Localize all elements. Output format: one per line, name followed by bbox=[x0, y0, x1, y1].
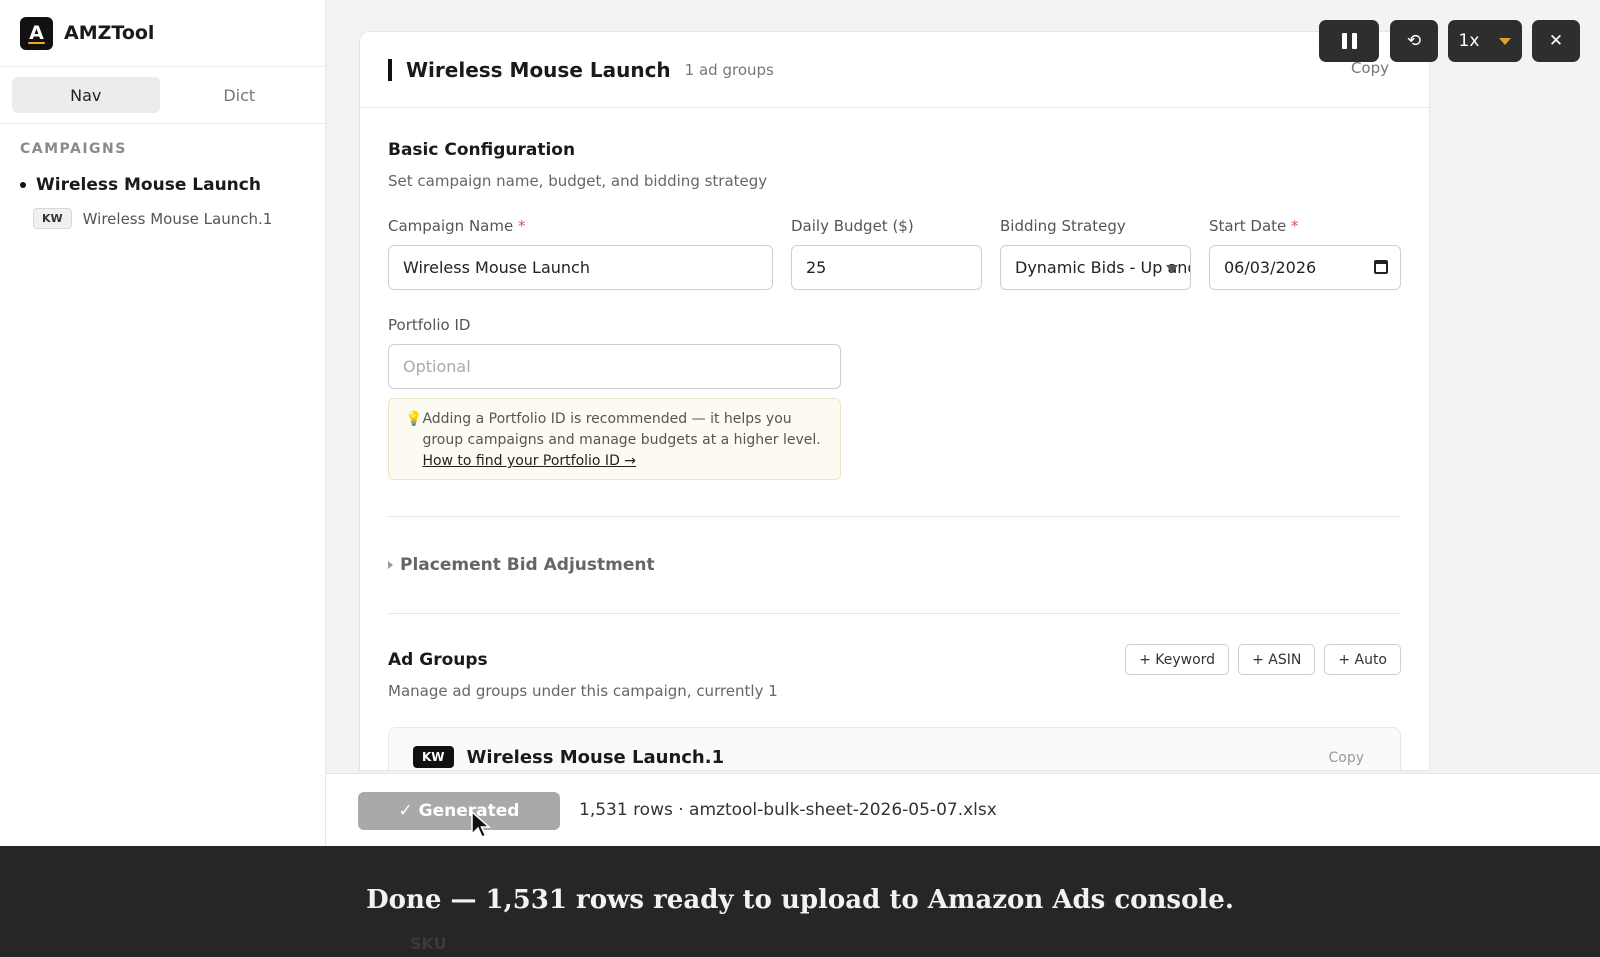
campaign-name-label: Campaign Name * bbox=[388, 217, 526, 235]
mouse-cursor-icon bbox=[471, 810, 491, 838]
daily-budget-input[interactable]: 25 bbox=[791, 245, 982, 290]
kw-badge: KW bbox=[33, 208, 72, 229]
daily-budget-field: Daily Budget ($) 25 bbox=[791, 217, 982, 290]
bidding-strategy-value: Dynamic Bids - Up and Down bbox=[1015, 258, 1190, 277]
caption-text: Done — 1,531 rows ready to upload to Ama… bbox=[366, 884, 1234, 915]
ad-groups-header: Ad Groups + Keyword + ASIN + Auto bbox=[388, 644, 1401, 675]
caption-overlay: SKU Done — 1,531 rows ready to upload to… bbox=[0, 846, 1600, 957]
campaign-card: Wireless Mouse Launch 1 ad groups Copy B… bbox=[359, 31, 1430, 771]
restart-button[interactable]: ⟲ bbox=[1390, 20, 1438, 62]
kw-badge: KW bbox=[413, 746, 454, 768]
ad-group-add-buttons: + Keyword + ASIN + Auto bbox=[1125, 644, 1401, 675]
bidding-strategy-field: Bidding Strategy Dynamic Bids - Up and D… bbox=[1000, 217, 1191, 290]
lightbulb-icon: 💡 bbox=[405, 411, 423, 427]
speed-value: 1x bbox=[1458, 31, 1480, 51]
chevron-down-icon bbox=[1499, 37, 1512, 45]
start-date-input[interactable]: 06/03/2026 bbox=[1209, 245, 1401, 290]
portfolio-id-input[interactable]: Optional bbox=[388, 344, 841, 389]
page-title: Wireless Mouse Launch bbox=[406, 57, 671, 82]
sidebar: A AMZTool Nav Dict CAMPAIGNS Wireless Mo… bbox=[0, 0, 326, 846]
caption-ghost-text: SKU bbox=[410, 934, 447, 953]
basic-fields: Campaign Name * Wireless Mouse Launch Da… bbox=[388, 217, 1401, 290]
pause-button[interactable] bbox=[1319, 20, 1379, 62]
bullet-icon bbox=[20, 182, 26, 188]
placement-label: Placement Bid Adjustment bbox=[400, 555, 655, 575]
action-bar: ✓ Generated 1,531 rows · amztool-bulk-sh… bbox=[326, 773, 1600, 846]
copy-ad-group-button[interactable]: Copy bbox=[1328, 750, 1364, 766]
ad-groups-count: 1 ad groups bbox=[684, 60, 774, 79]
sidebar-item-label: Wireless Mouse Launch.1 bbox=[82, 209, 273, 228]
start-date-label: Start Date * bbox=[1209, 217, 1299, 235]
accent-bar bbox=[388, 58, 392, 81]
start-date-value: 06/03/2026 bbox=[1224, 258, 1317, 277]
sidebar-item-campaign[interactable]: Wireless Mouse Launch bbox=[20, 175, 325, 195]
start-date-field: Start Date * 06/03/2026 bbox=[1209, 217, 1401, 290]
card-header: Wireless Mouse Launch 1 ad groups Copy bbox=[360, 32, 1429, 108]
chevron-down-icon bbox=[1166, 265, 1178, 273]
generated-button[interactable]: ✓ Generated bbox=[358, 792, 560, 830]
calendar-icon[interactable] bbox=[1374, 260, 1388, 274]
bidding-strategy-label: Bidding Strategy bbox=[1000, 217, 1126, 235]
close-button[interactable]: ✕ bbox=[1532, 20, 1580, 62]
portfolio-label: Portfolio ID bbox=[388, 316, 471, 334]
basic-config-title: Basic Configuration bbox=[388, 140, 576, 160]
tab-dict[interactable]: Dict bbox=[166, 77, 314, 113]
generation-info: 1,531 rows · amztool-bulk-sheet-2026-05-… bbox=[579, 800, 997, 820]
restart-icon: ⟲ bbox=[1406, 31, 1422, 51]
tip-text: Adding a Portfolio ID is recommended — i… bbox=[422, 411, 821, 469]
daily-budget-label: Daily Budget ($) bbox=[791, 217, 914, 235]
portfolio-help-link[interactable]: How to find your Portfolio ID → bbox=[422, 453, 636, 469]
portfolio-field: Portfolio ID Optional bbox=[388, 316, 841, 389]
close-icon: ✕ bbox=[1548, 31, 1564, 51]
sidebar-item-label: Wireless Mouse Launch bbox=[36, 175, 261, 195]
sidebar-item-ad-group[interactable]: KW Wireless Mouse Launch.1 bbox=[33, 208, 325, 229]
add-keyword-button[interactable]: + Keyword bbox=[1125, 644, 1230, 675]
ad-group-name: Wireless Mouse Launch.1 bbox=[466, 746, 725, 768]
brand[interactable]: A AMZTool bbox=[0, 0, 325, 67]
brand-logo: A bbox=[20, 16, 53, 50]
sidebar-tabs: Nav Dict bbox=[0, 67, 325, 124]
ad-groups-subtitle: Manage ad groups under this campaign, cu… bbox=[388, 682, 778, 700]
chevron-right-icon bbox=[388, 561, 393, 569]
campaigns-section-label: CAMPAIGNS bbox=[20, 141, 127, 157]
campaign-name-field: Campaign Name * Wireless Mouse Launch bbox=[388, 217, 773, 290]
portfolio-tip: 💡 Adding a Portfolio ID is recommended —… bbox=[388, 398, 841, 480]
add-auto-button[interactable]: + Auto bbox=[1324, 644, 1401, 675]
ad-groups-title: Ad Groups bbox=[388, 649, 488, 670]
placement-bid-toggle[interactable]: Placement Bid Adjustment bbox=[388, 555, 1401, 575]
brand-name: AMZTool bbox=[64, 22, 155, 44]
bidding-strategy-select[interactable]: Dynamic Bids - Up and Down bbox=[1000, 245, 1191, 290]
tab-nav[interactable]: Nav bbox=[12, 77, 160, 113]
divider bbox=[388, 613, 1401, 614]
divider bbox=[388, 516, 1401, 517]
campaign-name-input[interactable]: Wireless Mouse Launch bbox=[388, 245, 773, 290]
speed-select[interactable]: 1x bbox=[1448, 20, 1522, 62]
basic-config-subtitle: Set campaign name, budget, and bidding s… bbox=[388, 172, 768, 190]
ad-group-card[interactable]: KW Wireless Mouse Launch.1 Copy bbox=[388, 727, 1401, 770]
pause-icon bbox=[1341, 33, 1357, 49]
add-asin-button[interactable]: + ASIN bbox=[1238, 644, 1316, 675]
